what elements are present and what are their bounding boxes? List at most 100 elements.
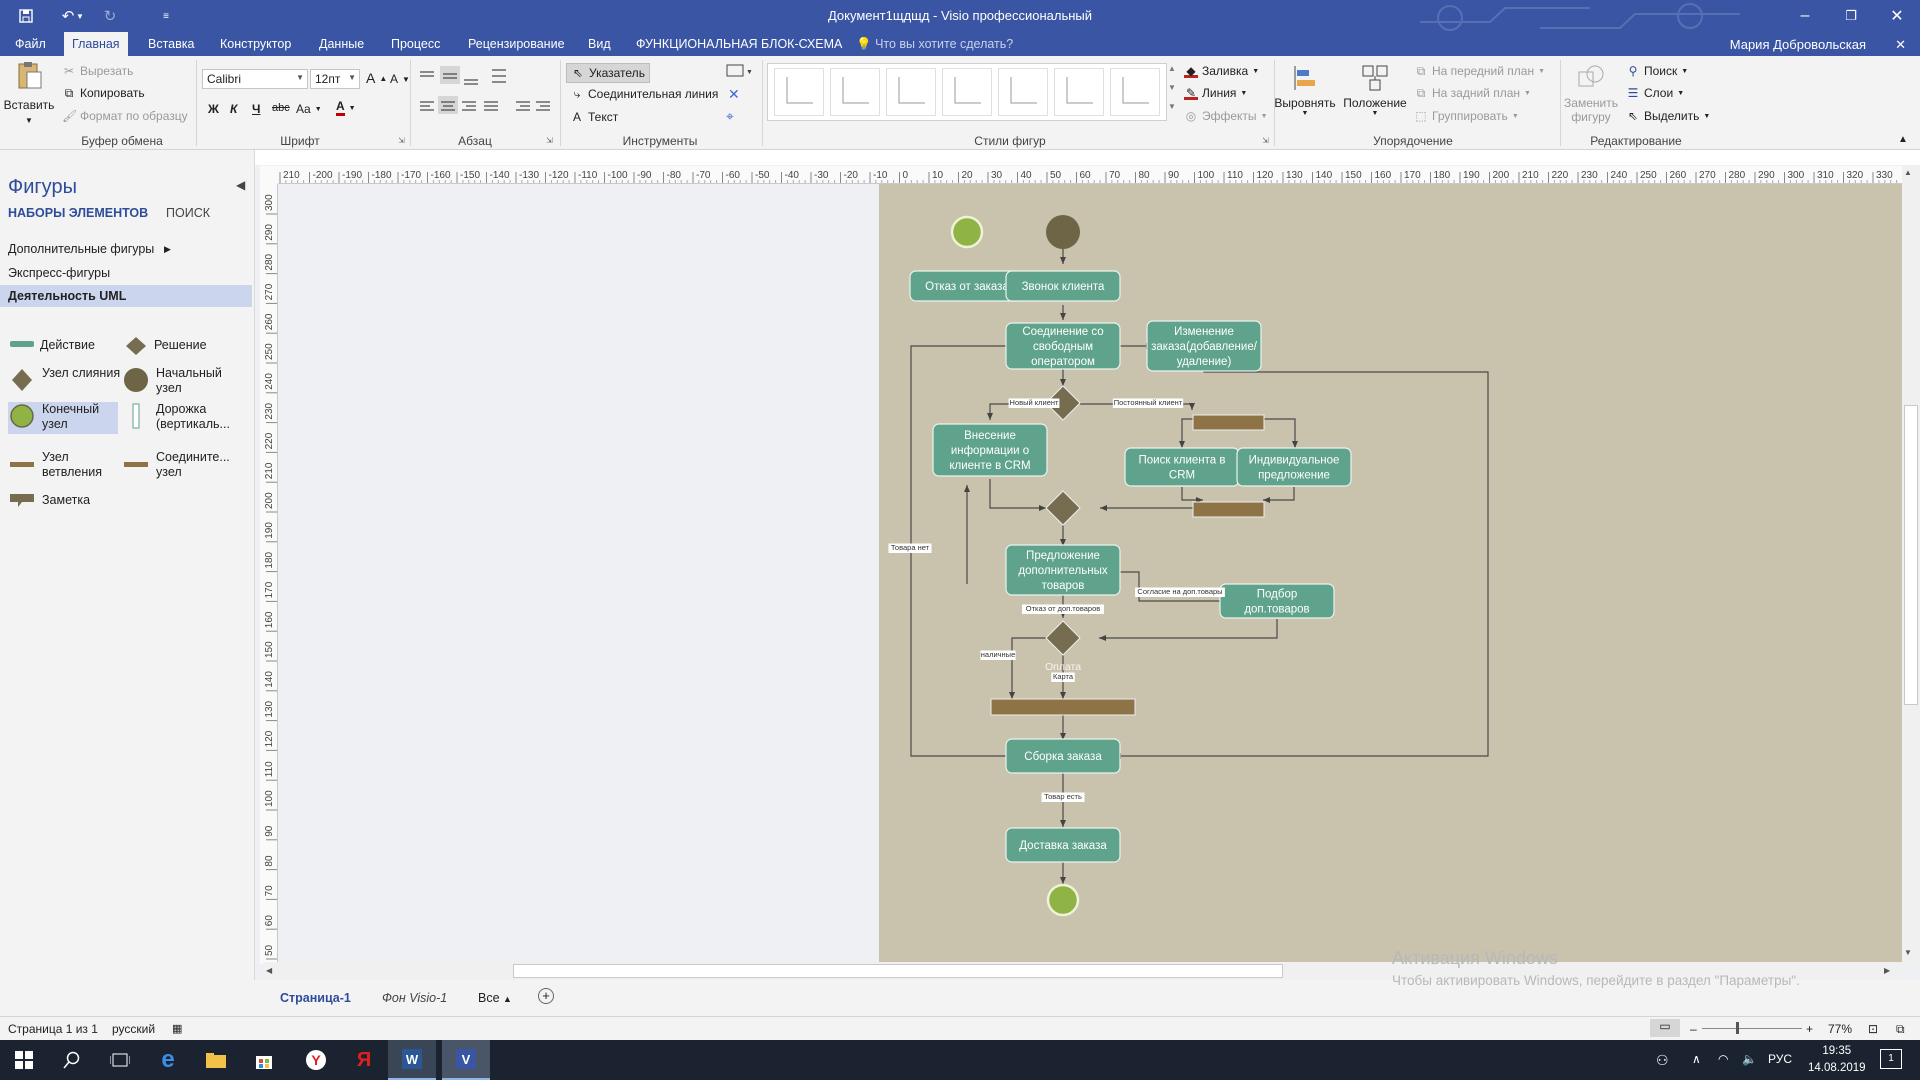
shape-initial-node[interactable]: Начальный узел <box>122 366 242 398</box>
wifi-icon[interactable]: ◠ <box>1718 1052 1728 1066</box>
style-tile[interactable] <box>1110 68 1160 116</box>
bold-button[interactable]: Ж <box>208 102 219 116</box>
shape-styles-gallery[interactable] <box>767 63 1167 121</box>
zoom-slider-track[interactable] <box>1702 1028 1802 1029</box>
stencil-sets-tab[interactable]: НАБОРЫ ЭЛЕМЕНТОВ <box>8 206 148 220</box>
word-app-icon[interactable]: W <box>388 1040 436 1080</box>
font-family-select[interactable]: Calibri ▼ <box>202 69 308 89</box>
shape-decision[interactable]: Решение <box>122 336 242 356</box>
shape-swimlane[interactable]: Дорожка (вертикаль... <box>122 402 248 434</box>
input-language[interactable]: РУС <box>1768 1052 1792 1066</box>
text-tool-button[interactable]: A Текст <box>570 110 618 124</box>
scroll-up-icon[interactable]: ▲ <box>1904 168 1912 177</box>
gallery-scroll-icon[interactable]: ▲ ▼ ▼ <box>1168 64 1176 111</box>
shape-join-node[interactable]: Соедините... узел <box>122 450 248 482</box>
tab-insert[interactable]: Вставка <box>140 32 202 56</box>
edge-browser-icon[interactable]: e <box>144 1040 192 1080</box>
all-pages-button[interactable]: Все ▲ <box>478 991 512 1005</box>
delete-connector-icon[interactable]: ✕ <box>728 86 740 103</box>
style-tile[interactable] <box>1054 68 1104 116</box>
customize-qat-icon[interactable]: ≡ <box>150 0 182 32</box>
user-name[interactable]: Мария Добровольская <box>1730 37 1866 52</box>
decision-payment[interactable] <box>1045 620 1081 656</box>
edge-merge2-to-bar-cash[interactable] <box>1009 637 1046 699</box>
edge-pick-to-merge2[interactable] <box>1099 619 1278 641</box>
font-color-button[interactable]: A ▼ <box>336 100 356 116</box>
connection-point-icon[interactable]: ⌖ <box>726 108 734 125</box>
undo-dropdown-icon[interactable]: ▼ <box>72 0 88 32</box>
search-icon[interactable] <box>48 1040 96 1080</box>
file-explorer-icon[interactable] <box>192 1040 240 1080</box>
minimize-button[interactable]: – <box>1782 0 1828 32</box>
tab-view[interactable]: Вид <box>580 32 619 56</box>
tab-home[interactable]: Главная <box>64 32 128 56</box>
yandex-browser-icon[interactable]: Y <box>292 1040 340 1080</box>
stencil-more-shapes[interactable]: Дополнительные фигуры ▶ <box>0 238 252 260</box>
style-tile[interactable] <box>998 68 1048 116</box>
action-crm-input[interactable]: Внесение информации о клиенте в CRM <box>932 423 1048 477</box>
join-bar[interactable] <box>1192 501 1265 518</box>
send-back-button[interactable]: ⧉ На задний план ▼ <box>1414 86 1531 100</box>
stencil-quick-shapes[interactable]: Экспресс-фигуры <box>0 262 252 284</box>
tab-design[interactable]: Конструктор <box>212 32 299 56</box>
switch-window-icon[interactable]: ⧉ <box>1896 1022 1905 1037</box>
shrink-font-icon[interactable]: A ▼ <box>390 72 410 86</box>
page-tab-1[interactable]: Страница-1 <box>280 991 351 1005</box>
vertical-scroll-thumb[interactable] <box>1904 405 1918 705</box>
merge-node[interactable] <box>1045 490 1081 526</box>
action-change-order[interactable]: Изменение заказа(добавление/удаление) <box>1146 320 1262 372</box>
scroll-down-icon[interactable]: ▼ <box>1904 948 1912 957</box>
fork-bar[interactable] <box>1192 414 1265 431</box>
people-icon[interactable]: ⚇ <box>1656 1052 1669 1069</box>
style-tile[interactable] <box>830 68 880 116</box>
volume-icon[interactable]: 🔈 <box>1742 1052 1757 1066</box>
action-individual-offer[interactable]: Индивидуальное предложение <box>1236 447 1352 487</box>
underline-button[interactable]: Ч <box>252 102 260 116</box>
collapse-panel-icon[interactable]: ◀ <box>236 178 245 192</box>
find-button[interactable]: ⚲ Поиск ▼ <box>1626 64 1689 78</box>
fill-button[interactable]: ◆ Заливка ▼ <box>1184 64 1259 78</box>
macro-record-icon[interactable]: ▦ <box>172 1022 182 1035</box>
connector-tool-button[interactable]: ⤷ Соединительная линия <box>570 87 719 101</box>
horizontal-scroll-thumb[interactable] <box>513 964 1283 978</box>
shape-fork-node[interactable]: Узел ветвления <box>8 450 118 482</box>
style-tile[interactable] <box>942 68 992 116</box>
action-assemble[interactable]: Сборка заказа <box>1005 738 1121 774</box>
share-icon[interactable]: ✕ <box>1895 37 1906 53</box>
paragraph-dialog-launcher-icon[interactable]: ⇲ <box>546 136 553 145</box>
style-tile[interactable] <box>886 68 936 116</box>
stencil-uml-activity[interactable]: Деятельность UML <box>0 285 252 307</box>
collapse-ribbon-icon[interactable]: ▲ <box>1898 134 1908 145</box>
save-icon[interactable] <box>10 0 42 32</box>
zoom-slider-thumb[interactable] <box>1736 1022 1739 1034</box>
show-hidden-icons[interactable]: ∧ <box>1692 1052 1701 1066</box>
action-deliver[interactable]: Доставка заказа <box>1005 827 1121 863</box>
grow-font-icon[interactable]: A ▲ <box>366 70 387 86</box>
copy-button[interactable]: ⧉ Копировать <box>62 86 145 100</box>
font-dialog-launcher-icon[interactable]: ⇲ <box>398 136 405 145</box>
zoom-in-icon[interactable]: + <box>1806 1022 1813 1036</box>
shape-note[interactable]: Заметка <box>8 490 118 512</box>
yandex-icon[interactable]: Я <box>340 1040 388 1080</box>
action-crm-search[interactable]: Поиск клиента в CRM <box>1124 447 1240 487</box>
scroll-right-icon[interactable]: ▶ <box>1884 966 1890 975</box>
tab-review[interactable]: Рецензирование <box>460 32 573 56</box>
format-painter-button[interactable]: 🖌 Формат по образцу <box>62 109 188 123</box>
font-size-select[interactable]: 12пт ▼ <box>310 69 360 89</box>
payment-join-bar[interactable] <box>990 698 1136 716</box>
action-connect-operator[interactable]: Соединение со свободным оператором <box>1005 322 1121 370</box>
shapes-search-tab[interactable]: ПОИСК <box>166 206 210 220</box>
initial-node[interactable] <box>1046 215 1080 249</box>
windows-start-icon[interactable] <box>0 1040 48 1080</box>
store-icon[interactable] <box>240 1040 288 1080</box>
edge-change-to-assemble[interactable] <box>1114 354 1489 759</box>
tab-data[interactable]: Данные <box>311 32 372 56</box>
zoom-out-icon[interactable]: – <box>1690 1022 1697 1036</box>
position-button[interactable]: Положение ▼ <box>1343 62 1407 117</box>
shape-final-node[interactable]: Конечный узел <box>8 402 118 434</box>
task-view-icon[interactable] <box>96 1040 144 1080</box>
line-button[interactable]: ✎ Линия ▼ <box>1184 86 1247 100</box>
close-button[interactable]: ✕ <box>1874 0 1920 32</box>
fit-page-icon[interactable]: ⊡ <box>1868 1022 1878 1036</box>
restore-button[interactable]: ❐ <box>1828 0 1874 32</box>
